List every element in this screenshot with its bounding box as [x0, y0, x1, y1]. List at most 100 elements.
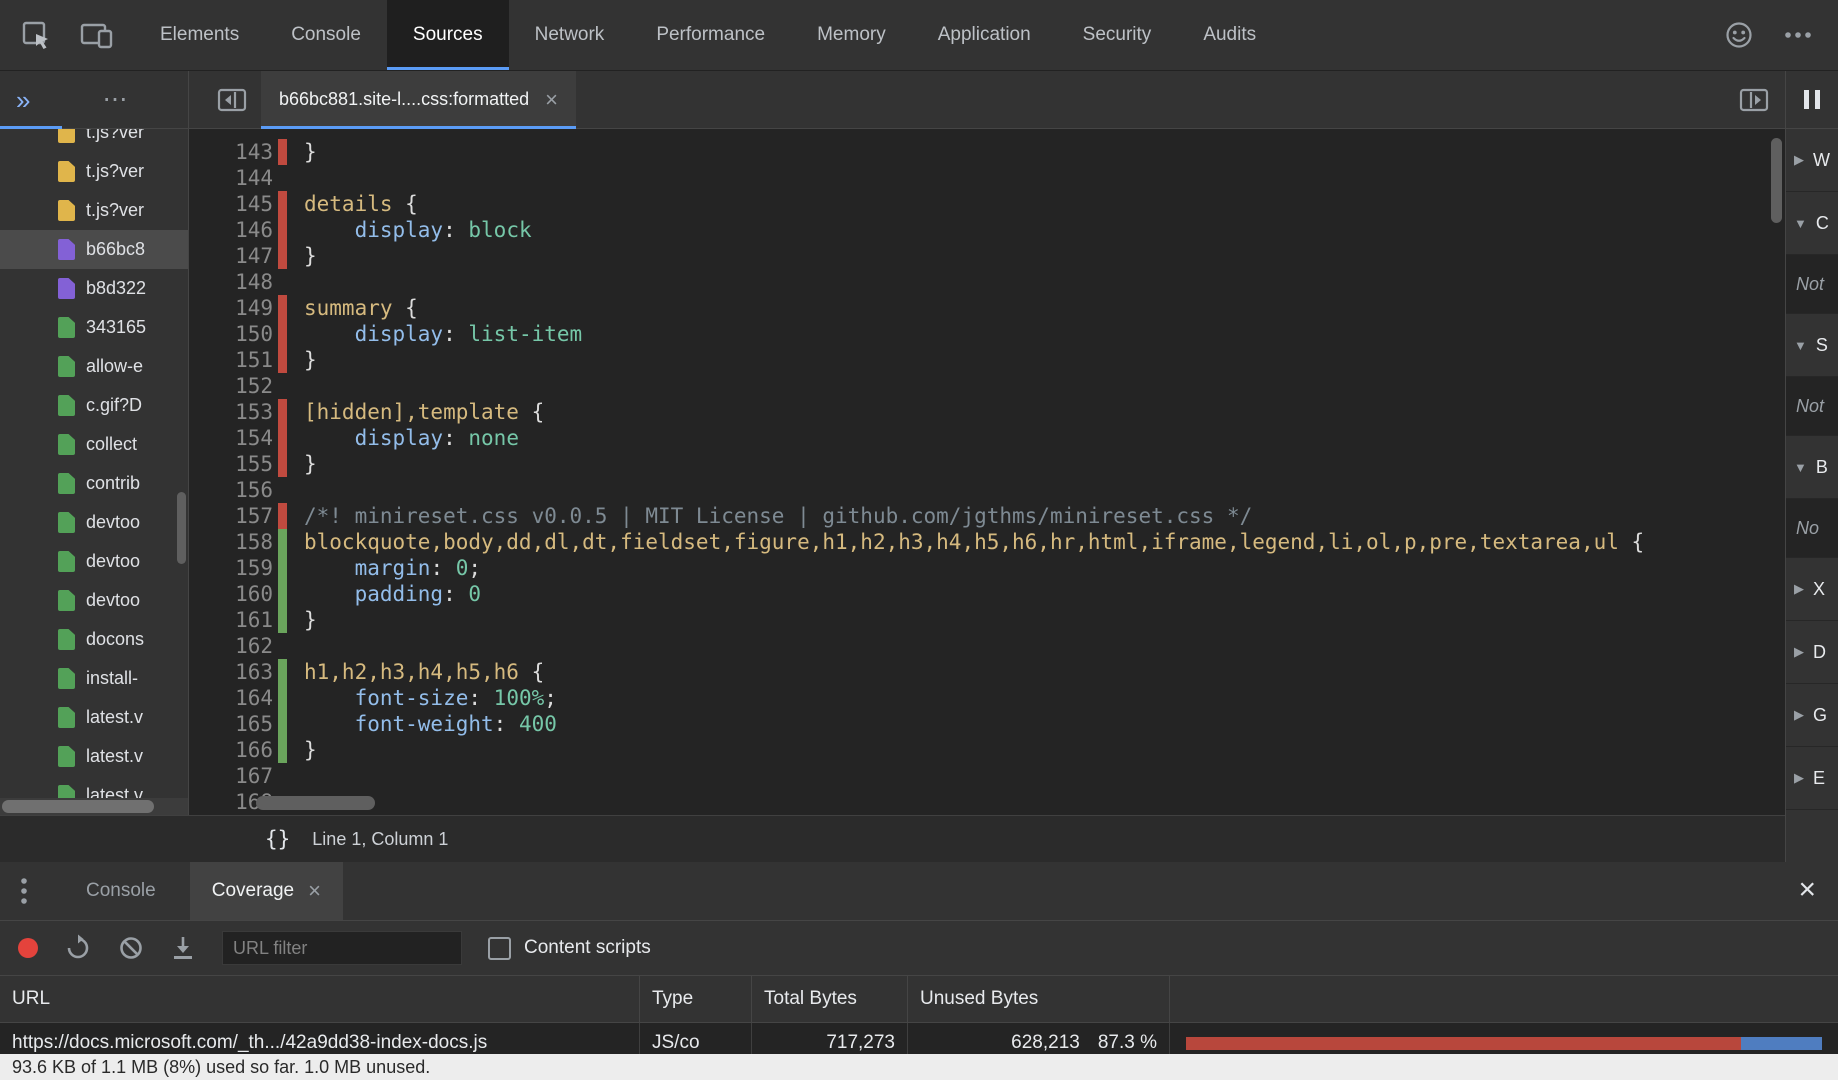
code-line[interactable]: 155} — [189, 451, 1785, 477]
code-line[interactable]: 149summary { — [189, 295, 1785, 321]
file-tree-item[interactable]: b66bc8 — [0, 230, 188, 269]
file-tree-item[interactable]: install- — [0, 659, 188, 698]
file-tree-item[interactable]: t.js?ver — [0, 129, 188, 152]
line-number[interactable]: 167 — [189, 763, 273, 789]
panel-tab-performance[interactable]: Performance — [630, 0, 791, 70]
column-header-total-bytes[interactable]: Total Bytes — [752, 976, 908, 1022]
url-filter-input[interactable] — [222, 931, 462, 965]
clear-icon[interactable] — [118, 935, 144, 961]
code-line[interactable]: 153[hidden],template { — [189, 399, 1785, 425]
panel-tab-memory[interactable]: Memory — [791, 0, 912, 70]
line-number[interactable]: 152 — [189, 373, 273, 399]
file-tree-item[interactable]: b8d322 — [0, 269, 188, 308]
drawer-tab-coverage[interactable]: Coverage× — [190, 862, 343, 920]
line-number[interactable]: 157 — [189, 503, 273, 529]
code-line[interactable]: 147} — [189, 243, 1785, 269]
code-line[interactable]: 159 margin: 0; — [189, 555, 1785, 581]
file-tree-item[interactable]: devtoo — [0, 503, 188, 542]
code-line[interactable]: 143} — [189, 139, 1785, 165]
code-line[interactable]: 146 display: block — [189, 217, 1785, 243]
code-line[interactable]: 158blockquote,body,dd,dl,dt,fieldset,fig… — [189, 529, 1785, 555]
file-tree-item[interactable]: c.gif?D — [0, 386, 188, 425]
editor-horizontal-scrollbar[interactable] — [256, 796, 375, 810]
code-line[interactable]: 150 display: list-item — [189, 321, 1785, 347]
debugger-section-header[interactable]: ▼S — [1786, 314, 1838, 377]
code-line[interactable]: 145details { — [189, 191, 1785, 217]
navigator-overflow-chevron-icon[interactable]: » — [0, 87, 30, 113]
debugger-section-header[interactable]: ▶E — [1786, 747, 1838, 810]
line-number[interactable]: 147 — [189, 243, 273, 269]
panel-tab-console[interactable]: Console — [265, 0, 387, 70]
line-number[interactable]: 164 — [189, 685, 273, 711]
line-number[interactable]: 154 — [189, 425, 273, 451]
line-number[interactable]: 151 — [189, 347, 273, 373]
code-line[interactable]: 167 — [189, 763, 1785, 789]
editor-vertical-scrollbar[interactable] — [1771, 138, 1782, 223]
file-tree-item[interactable]: devtoo — [0, 581, 188, 620]
line-number[interactable]: 163 — [189, 659, 273, 685]
line-number[interactable]: 162 — [189, 633, 273, 659]
column-header-url[interactable]: URL — [0, 976, 640, 1022]
panel-tab-application[interactable]: Application — [912, 0, 1057, 70]
code-line[interactable]: 162 — [189, 633, 1785, 659]
file-tree-item[interactable]: allow-e — [0, 347, 188, 386]
content-scripts-checkbox[interactable] — [488, 937, 511, 960]
file-tree-item[interactable]: t.js?ver — [0, 152, 188, 191]
panel-tab-audits[interactable]: Audits — [1177, 0, 1282, 70]
code-line[interactable]: 154 display: none — [189, 425, 1785, 451]
feedback-smiley-icon[interactable] — [1724, 20, 1754, 50]
line-number[interactable]: 146 — [189, 217, 273, 243]
line-number[interactable]: 156 — [189, 477, 273, 503]
line-number[interactable]: 153 — [189, 399, 273, 425]
pretty-print-icon[interactable]: {} — [265, 827, 290, 851]
code-line[interactable]: 152 — [189, 373, 1785, 399]
line-number[interactable]: 145 — [189, 191, 273, 217]
code-line[interactable]: 157/*! minireset.css v0.0.5 | MIT Licens… — [189, 503, 1785, 529]
record-coverage-button[interactable] — [18, 938, 38, 958]
code-line[interactable]: 161} — [189, 607, 1785, 633]
device-toolbar-icon[interactable] — [80, 20, 114, 50]
navigator-horizontal-scrollbar[interactable] — [2, 800, 154, 813]
navigator-more-icon[interactable]: ⋯ — [102, 87, 129, 112]
line-number[interactable]: 158 — [189, 529, 273, 555]
line-number[interactable]: 166 — [189, 737, 273, 763]
panel-tab-security[interactable]: Security — [1057, 0, 1178, 70]
line-number[interactable]: 150 — [189, 321, 273, 347]
line-number[interactable]: 159 — [189, 555, 273, 581]
line-number[interactable]: 149 — [189, 295, 273, 321]
drawer-close-icon[interactable]: × — [1798, 875, 1816, 905]
toggle-debugger-pane-icon[interactable] — [1739, 87, 1769, 113]
file-tree-item[interactable]: contrib — [0, 464, 188, 503]
navigator-vertical-scrollbar[interactable] — [177, 492, 186, 564]
debugger-section-header[interactable]: ▼C — [1786, 192, 1838, 255]
code-line[interactable]: 148 — [189, 269, 1785, 295]
line-number[interactable]: 155 — [189, 451, 273, 477]
debugger-section-header[interactable]: ▶D — [1786, 621, 1838, 684]
reload-icon[interactable] — [64, 934, 92, 962]
line-number[interactable]: 148 — [189, 269, 273, 295]
file-tab-close-icon[interactable]: × — [545, 89, 558, 111]
panel-tab-elements[interactable]: Elements — [134, 0, 265, 70]
code-line[interactable]: 144 — [189, 165, 1785, 191]
pause-script-execution-icon[interactable] — [1804, 90, 1820, 109]
code-line[interactable]: 165 font-weight: 400 — [189, 711, 1785, 737]
line-number[interactable]: 161 — [189, 607, 273, 633]
file-tree-item[interactable]: 343165 — [0, 308, 188, 347]
file-tree-item[interactable]: docons — [0, 620, 188, 659]
line-number[interactable]: 160 — [189, 581, 273, 607]
line-number[interactable]: 143 — [189, 139, 273, 165]
debugger-section-header[interactable]: ▶W — [1786, 129, 1838, 192]
panel-tab-network[interactable]: Network — [509, 0, 631, 70]
column-header-type[interactable]: Type — [640, 976, 752, 1022]
code-editor[interactable]: 143}144145details {146 display: block147… — [189, 129, 1785, 815]
file-tree-item[interactable]: latest.v — [0, 737, 188, 776]
debugger-section-header[interactable]: ▶G — [1786, 684, 1838, 747]
file-tree-item[interactable]: devtoo — [0, 542, 188, 581]
line-number[interactable]: 165 — [189, 711, 273, 737]
code-line[interactable]: 151} — [189, 347, 1785, 373]
coverage-row[interactable]: https://docs.microsoft.com/_th.../42a9dd… — [0, 1023, 1838, 1057]
file-tree-item[interactable]: t.js?ver — [0, 191, 188, 230]
column-header-unused-bytes[interactable]: Unused Bytes — [908, 976, 1170, 1022]
drawer-tab-close-icon[interactable]: × — [308, 880, 321, 902]
file-tree-item[interactable]: collect — [0, 425, 188, 464]
